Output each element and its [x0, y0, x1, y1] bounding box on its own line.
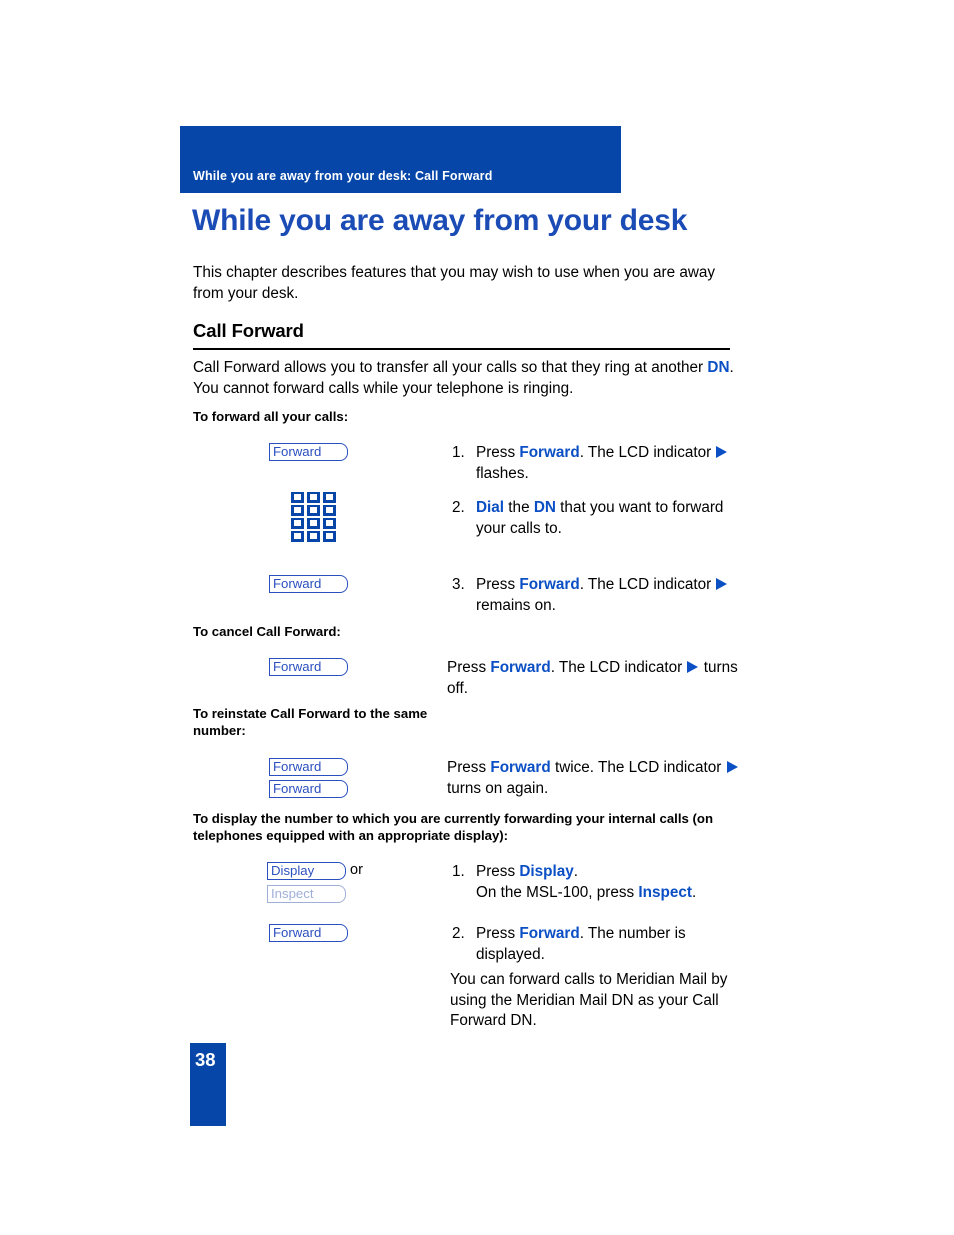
key-forward-step3[interactable]: Forward — [269, 575, 348, 593]
section-heading-call-forward: Call Forward — [193, 320, 304, 341]
or-label: or — [350, 862, 363, 878]
display-step-number-2: 2. — [452, 925, 465, 942]
subhead-reinstate-call-forward: To reinstate Call Forward to the same nu… — [193, 706, 428, 738]
key-forward-reinstate-1[interactable]: Forward — [269, 758, 348, 776]
step-3-text: Press Forward. The LCD indicator remains… — [476, 575, 744, 616]
keypad-key — [291, 518, 304, 529]
display-period: . — [573, 863, 579, 880]
display-key-name: Display — [519, 863, 574, 880]
step-3-key-name: Forward — [519, 576, 580, 593]
display-press-label: Press — [476, 863, 520, 880]
reinstate-key-name: Forward — [490, 759, 551, 776]
keypad-key — [323, 505, 336, 516]
lcd-indicator-icon — [687, 661, 699, 673]
page-number: 38 — [195, 1049, 216, 1070]
keypad-key — [307, 492, 320, 503]
display-step-number-1: 1. — [452, 863, 465, 880]
keypad-key — [323, 518, 336, 529]
lcd-indicator-icon — [716, 578, 728, 590]
display-step2-key-name: Forward — [519, 925, 580, 942]
step-2-text: Dial the DN that you want to forward you… — [476, 498, 744, 539]
section-divider-rule — [193, 348, 730, 350]
keypad-key — [291, 492, 304, 503]
keypad-icon — [291, 492, 336, 542]
reinstate-tail-text: turns on again. — [447, 779, 549, 797]
key-forward-reinstate-2[interactable]: Forward — [269, 780, 348, 798]
lcd-indicator-icon — [726, 761, 738, 773]
section-intro-text-1: Call Forward allows you to transfer all … — [193, 359, 708, 376]
step-1-mid-text: . The LCD indicator — [579, 444, 716, 461]
keypad-key — [307, 518, 320, 529]
keypad-key — [291, 505, 304, 516]
subhead-cancel-call-forward: To cancel Call Forward: — [193, 624, 341, 639]
page-number-block: 38 — [190, 1043, 226, 1126]
step-1-press-label: Press — [476, 444, 520, 461]
step-3-mid-text: . The LCD indicator — [579, 576, 716, 593]
keypad-key — [323, 531, 336, 542]
step-number-1: 1. — [452, 444, 465, 461]
reinstate-press-label: Press — [447, 759, 491, 776]
key-inspect[interactable]: Inspect — [267, 885, 346, 903]
step-2-dn-term: DN — [533, 499, 556, 516]
key-forward-display-step2[interactable]: Forward — [269, 924, 348, 942]
reinstate-mid-text: twice. The LCD indicator — [550, 759, 726, 776]
display-step2-press-label: Press — [476, 925, 520, 942]
msl100-pre-text: On the MSL-100, press — [476, 883, 639, 901]
cancel-press-label: Press — [447, 659, 491, 676]
keypad-key — [323, 492, 336, 503]
key-forward-cancel[interactable]: Forward — [269, 658, 348, 676]
subhead-display-forward-number: To display the number to which you are c… — [193, 811, 714, 843]
step-1-text: Press Forward. The LCD indicator flashes… — [476, 443, 744, 484]
keypad-key — [307, 531, 320, 542]
key-display[interactable]: Display — [267, 862, 346, 880]
cancel-mid-text: . The LCD indicator — [550, 659, 687, 676]
inspect-key-name: Inspect — [638, 883, 692, 901]
section-intro-paragraph: Call Forward allows you to transfer all … — [193, 358, 738, 399]
key-forward-step1[interactable]: Forward — [269, 443, 348, 461]
display-step-1-text: Press Display. On the MSL-100, press Ins… — [476, 862, 744, 903]
reinstate-instruction-text: Press Forward twice. The LCD indicator t… — [447, 758, 739, 799]
meridian-mail-note: You can forward calls to Meridian Mail b… — [450, 971, 728, 1029]
keypad-key — [291, 531, 304, 542]
display-step-2-text: Press Forward. The number is displayed. — [476, 924, 744, 965]
running-header-bar: While you are away from your desk: Call … — [180, 126, 621, 193]
step-3-tail-text: remains on. — [476, 596, 556, 614]
subhead-forward-all-calls: To forward all your calls: — [193, 409, 349, 424]
cancel-key-name: Forward — [490, 659, 551, 676]
chapter-intro-paragraph: This chapter describes features that you… — [193, 264, 716, 302]
cancel-instruction-text: Press Forward. The LCD indicator turns o… — [447, 658, 739, 699]
step-number-2: 2. — [452, 499, 465, 516]
step-2-the-text: the — [504, 499, 534, 516]
msl100-post-text: . — [691, 883, 697, 901]
step-number-3: 3. — [452, 576, 465, 593]
keypad-key — [307, 505, 320, 516]
step-1-tail-text: flashes. — [476, 464, 529, 482]
step-3-press-label: Press — [476, 576, 520, 593]
lcd-indicator-icon — [716, 446, 728, 458]
step-2-dial-term: Dial — [476, 499, 505, 516]
dn-term: DN — [707, 359, 730, 376]
running-header-title: While you are away from your desk: Call … — [193, 169, 493, 183]
page-title: While you are away from your desk — [192, 204, 688, 237]
step-1-key-name: Forward — [519, 444, 580, 461]
